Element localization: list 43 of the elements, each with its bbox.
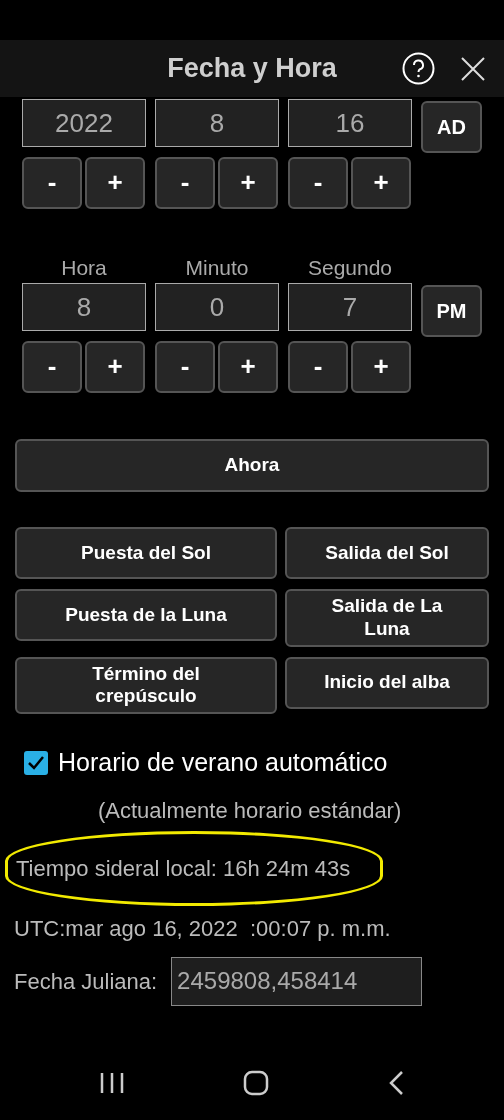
event-button[interactable]: Salida de La Luna — [285, 589, 489, 647]
decrement-button[interactable]: - — [22, 341, 82, 393]
value-field[interactable]: 2022 — [22, 99, 146, 147]
help-icon[interactable] — [402, 52, 435, 85]
field-label: Minuto — [184, 254, 250, 281]
value-field[interactable]: 7 — [288, 283, 412, 331]
checkbox[interactable] — [24, 750, 48, 775]
close-icon[interactable] — [461, 57, 485, 81]
field-label: Segundo — [306, 254, 394, 281]
era-button[interactable]: AD — [421, 101, 482, 153]
increment-button[interactable]: + — [351, 341, 411, 393]
decrement-button[interactable]: - — [22, 157, 82, 209]
decrement-button[interactable]: - — [155, 157, 215, 209]
event-button[interactable]: Salida del Sol — [285, 527, 489, 579]
value-field[interactable]: 8 — [22, 283, 146, 331]
julian-label: Fecha Juliana: — [14, 967, 158, 996]
increment-button[interactable]: + — [85, 341, 145, 393]
decrement-button[interactable]: - — [288, 341, 348, 393]
checkbox-label: Horario de verano automático — [58, 747, 388, 779]
dst-note: (Actualmente horario estándar) — [98, 796, 403, 825]
event-button[interactable]: Puesta de la Luna — [15, 589, 277, 641]
julian-date-field[interactable]: 2459808,458414 — [171, 956, 423, 1006]
now-button[interactable]: Ahora — [15, 439, 489, 492]
increment-button[interactable]: + — [218, 157, 278, 209]
increment-button[interactable]: + — [85, 157, 145, 209]
value-field[interactable]: 8 — [155, 99, 279, 147]
decrement-button[interactable]: - — [288, 157, 348, 209]
utc-time: UTC:mar ago 16, 2022 :00:07 p. m.m. — [14, 914, 392, 943]
decrement-button[interactable]: - — [155, 341, 215, 393]
value-field[interactable]: 16 — [288, 99, 412, 147]
event-button[interactable]: Inicio del alba — [285, 656, 489, 709]
am-pm-button[interactable]: PM — [421, 285, 482, 337]
back-icon[interactable] — [388, 1070, 405, 1096]
value-field[interactable]: 0 — [155, 283, 279, 331]
increment-button[interactable]: + — [351, 157, 411, 209]
field-label: Hora — [60, 254, 108, 281]
sidereal-time: Tiempo sideral local: 16h 24m 43s — [16, 855, 351, 881]
increment-button[interactable]: + — [218, 341, 278, 393]
home-icon[interactable] — [243, 1070, 269, 1096]
window-title: Fecha y Hora — [167, 52, 337, 86]
recent-apps-icon[interactable] — [99, 1071, 124, 1095]
event-button[interactable]: Término del crepúsculo — [15, 656, 277, 715]
event-button[interactable]: Puesta del Sol — [15, 527, 277, 579]
